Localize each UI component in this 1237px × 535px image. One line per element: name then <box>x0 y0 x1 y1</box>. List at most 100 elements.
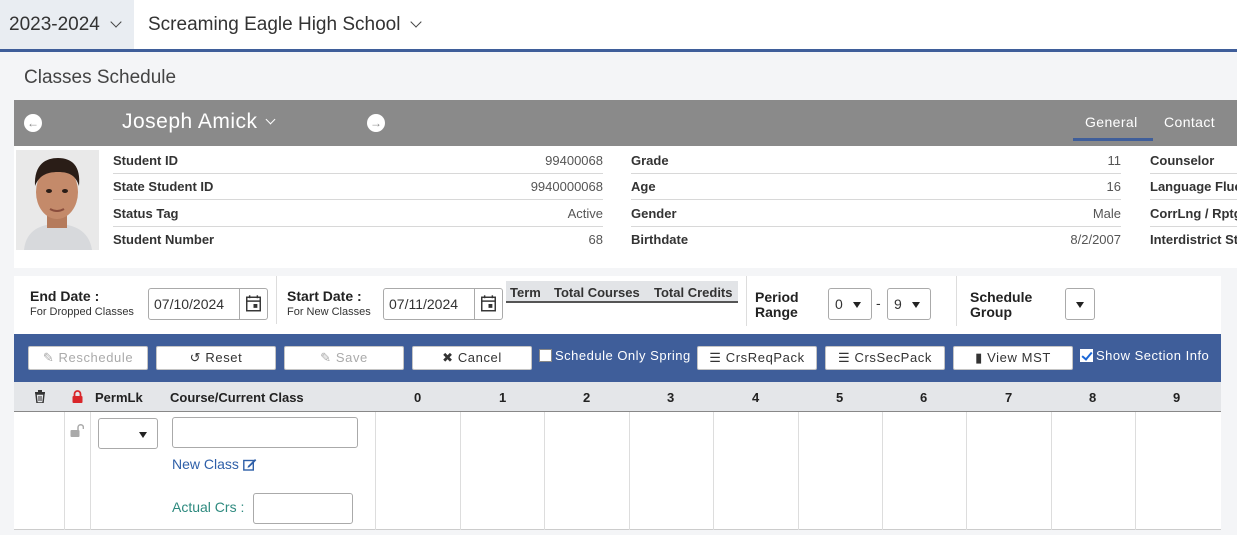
column-divider <box>375 412 376 530</box>
unlock-icon[interactable] <box>70 424 84 437</box>
column-divider <box>713 412 714 530</box>
term-header: Term <box>510 285 541 300</box>
course-search-input[interactable] <box>172 417 358 448</box>
info-row-interdistrict: Interdistrict St <box>1150 232 1237 247</box>
column-divider <box>882 412 883 530</box>
chevron-down-icon <box>265 114 276 125</box>
tab-general[interactable]: General <box>1085 114 1138 130</box>
start-date-label: Start Date : <box>287 288 362 304</box>
period-to-select[interactable]: 9 <box>887 288 931 320</box>
page-title: Classes Schedule <box>24 67 177 88</box>
trash-icon[interactable] <box>34 390 46 403</box>
period-header-8: 8 <box>1089 390 1097 405</box>
period-header-3: 3 <box>667 390 675 405</box>
total-courses-header: Total Courses <box>554 285 640 300</box>
next-student-arrow-icon[interactable]: → <box>367 114 385 132</box>
info-row-language-fluency: Language Flue <box>1150 174 1237 200</box>
schedule-grid-header: PermLk Course/Current Class 0 1 2 3 4 5 … <box>14 382 1221 412</box>
active-tab-indicator <box>1073 138 1153 141</box>
reset-button[interactable]: ↺ Reset <box>156 346 276 370</box>
action-toolbar: ✎ Reschedule ↺ Reset ✎ Save ✖ Cancel Sch… <box>14 334 1221 382</box>
schedule-grid-row: New Class Actual Crs : <box>14 412 1221 530</box>
column-divider <box>544 412 545 530</box>
period-header-5: 5 <box>836 390 844 405</box>
info-row-state-student-id: State Student ID 9940000068 <box>113 174 603 200</box>
info-row-status-tag: Status Tag Active <box>113 201 603 227</box>
crsreqpack-button[interactable]: ☰ CrsReqPack <box>697 346 817 370</box>
calendar-icon[interactable] <box>239 289 267 319</box>
period-header-9: 9 <box>1173 390 1181 405</box>
edit-square-icon <box>243 458 257 471</box>
info-row-counselor: Counselor <box>1150 148 1237 174</box>
actual-crs-input[interactable] <box>253 493 353 524</box>
total-credits-header: Total Credits <box>654 285 733 300</box>
divider <box>746 276 747 326</box>
checkbox-unchecked[interactable] <box>539 349 552 362</box>
new-class-link[interactable]: New Class <box>172 456 257 472</box>
caret-down-icon <box>1076 302 1084 308</box>
start-date-input[interactable]: 07/11/2024 <box>383 288 503 320</box>
school-name: Screaming Eagle High School <box>148 13 401 35</box>
view-mst-button[interactable]: ▮ View MST <box>953 346 1073 370</box>
crssecpack-button[interactable]: ☰ CrsSecPack <box>825 346 945 370</box>
end-date-sublabel: For Dropped Classes <box>30 306 134 318</box>
term-summary-header: Term Total Courses Total Credits <box>506 281 738 303</box>
info-row-grade: Grade 11 <box>631 148 1121 174</box>
column-divider <box>798 412 799 530</box>
info-row-gender: Gender Male <box>631 201 1121 227</box>
undo-icon: ↺ <box>189 350 202 365</box>
period-header-2: 2 <box>583 390 591 405</box>
page-content: Classes Schedule ← Joseph Amick → Genera… <box>0 52 1237 535</box>
school-year-value: 2023-2024 <box>9 13 100 35</box>
period-header-0: 0 <box>414 390 422 405</box>
school-select[interactable]: Screaming Eagle High School <box>148 0 423 49</box>
checkbox-checked[interactable] <box>1080 349 1093 362</box>
permlk-select[interactable] <box>98 418 158 449</box>
school-year-select[interactable]: 2023-2024 <box>0 0 134 49</box>
student-header-bar: ← Joseph Amick → General Contact <box>14 100 1237 146</box>
book-icon: ▮ <box>975 350 983 365</box>
period-from-select[interactable]: 0 <box>828 288 872 320</box>
calendar-icon[interactable] <box>474 289 502 319</box>
list-icon: ☰ <box>709 350 722 365</box>
info-row-student-id: Student ID 99400068 <box>113 148 603 174</box>
caret-down-icon <box>912 302 920 308</box>
info-row-age: Age 16 <box>631 174 1121 200</box>
period-header-6: 6 <box>920 390 928 405</box>
period-header-1: 1 <box>499 390 507 405</box>
schedule-group-select[interactable] <box>1065 288 1095 320</box>
period-header-4: 4 <box>752 390 760 405</box>
end-date-input[interactable]: 07/10/2024 <box>148 288 268 320</box>
cancel-button[interactable]: ✖ Cancel <box>412 346 532 370</box>
previous-student-arrow-icon[interactable]: ← <box>24 114 42 132</box>
period-range-label: Period Range <box>755 289 799 320</box>
top-bar: 2023-2024 Screaming Eagle High School <box>0 0 1237 52</box>
column-divider <box>966 412 967 530</box>
column-divider <box>1051 412 1052 530</box>
permlk-header: PermLk <box>95 390 143 405</box>
reschedule-button[interactable]: ✎ Reschedule <box>28 346 148 370</box>
divider <box>276 276 277 324</box>
chevron-down-icon <box>410 16 423 28</box>
edit-icon: ✎ <box>42 350 55 365</box>
student-photo <box>16 150 99 250</box>
schedule-only-spring-checkbox[interactable]: Schedule Only Spring <box>539 348 691 363</box>
lock-icon <box>72 390 83 403</box>
course-header: Course/Current Class <box>170 390 304 405</box>
column-divider <box>460 412 461 530</box>
close-icon: ✖ <box>442 350 454 365</box>
info-row-student-number: Student Number 68 <box>113 232 603 247</box>
caret-down-icon <box>853 302 861 308</box>
period-header-7: 7 <box>1005 390 1013 405</box>
show-section-info-checkbox[interactable]: Show Section Info <box>1080 348 1209 363</box>
save-button[interactable]: ✎ Save <box>284 346 404 370</box>
student-name-select[interactable]: Joseph Amick <box>122 110 276 134</box>
schedule-group-label: Schedule Group <box>970 289 1033 320</box>
start-date-sublabel: For New Classes <box>287 306 371 318</box>
info-row-birthdate: Birthdate 8/2/2007 <box>631 232 1121 247</box>
edit-icon: ✎ <box>320 350 332 365</box>
column-divider <box>1135 412 1136 530</box>
student-name: Joseph Amick <box>122 110 258 133</box>
column-divider <box>64 412 65 530</box>
tab-contact[interactable]: Contact <box>1164 114 1215 130</box>
